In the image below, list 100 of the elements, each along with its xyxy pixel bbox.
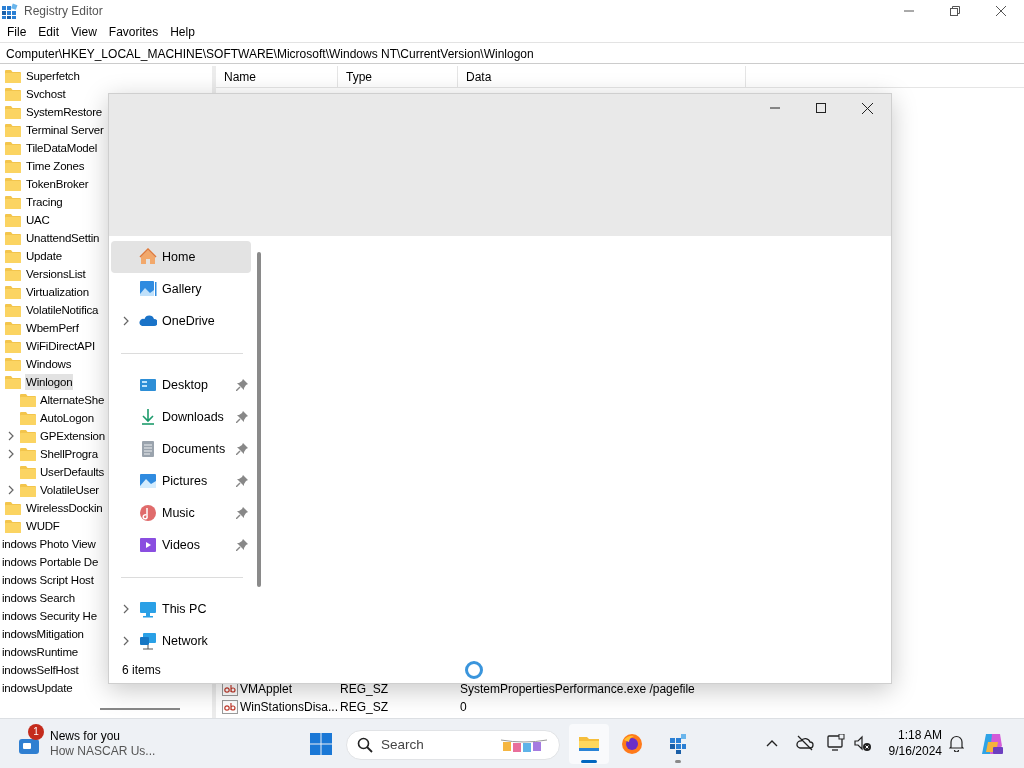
folder-icon: [5, 87, 21, 101]
menu-item[interactable]: Help: [165, 23, 202, 41]
tree-item[interactable]: UserDefaults: [39, 464, 106, 480]
home-icon: [139, 248, 157, 266]
menu-item[interactable]: Favorites: [103, 23, 166, 41]
nav-item[interactable]: OneDrive: [111, 305, 251, 337]
folder-icon: [5, 519, 21, 533]
folder-icon: [5, 501, 21, 515]
taskbar-app[interactable]: [569, 724, 609, 764]
nav-item[interactable]: Gallery: [111, 273, 251, 305]
menu-item[interactable]: View: [66, 23, 104, 41]
decoration-icon: [501, 738, 547, 754]
restore-icon: [950, 6, 960, 16]
value-name[interactable]: VMApplet: [240, 680, 293, 698]
tree-item[interactable]: indows Search: [1, 590, 76, 606]
gallery-icon: [139, 280, 157, 298]
folder-icon: [5, 213, 21, 227]
tree-item[interactable]: Svchost: [25, 86, 67, 102]
tree-item[interactable]: GPExtension: [39, 428, 106, 444]
folder-icon: [5, 303, 21, 317]
tree-item[interactable]: Update: [25, 248, 63, 264]
nav-item[interactable]: Pictures: [111, 465, 251, 497]
bell-icon[interactable]: [949, 735, 964, 752]
news-title[interactable]: News for you: [50, 728, 156, 744]
folder-icon: [5, 159, 21, 173]
column-header[interactable]: Type: [338, 65, 458, 88]
tree-item[interactable]: Winlogon: [25, 374, 74, 390]
cloud-off-icon[interactable]: [796, 735, 814, 751]
tree-item[interactable]: UAC: [25, 212, 51, 228]
clock-time[interactable]: 1:18 AM: [897, 727, 942, 743]
monitor-icon: [139, 600, 157, 618]
tree-item[interactable]: SystemRestore: [25, 104, 103, 120]
loading-icon: [464, 660, 484, 680]
start-icon[interactable]: [310, 733, 332, 755]
nav-item[interactable]: Desktop: [111, 369, 251, 401]
tree-item[interactable]: Virtualization: [25, 284, 90, 300]
tree-item[interactable]: VersionsList: [25, 266, 87, 282]
tree-item[interactable]: indowsUpdate: [1, 680, 74, 696]
tree-item[interactable]: indows Portable De: [1, 554, 100, 570]
tree-item[interactable]: VolatileNotifica: [25, 302, 100, 318]
tree-item[interactable]: Superfetch: [25, 68, 81, 84]
expand-icon[interactable]: [7, 485, 15, 495]
tree-item[interactable]: WbemPerf: [25, 320, 80, 336]
tree-item[interactable]: WirelessDockin: [25, 500, 104, 516]
window-title: Registry Editor: [24, 3, 103, 20]
folder-icon: [5, 69, 21, 83]
copilot-icon[interactable]: [980, 732, 1004, 756]
desktop-icon: [139, 376, 157, 394]
nav-item[interactable]: Videos: [111, 529, 251, 561]
folder-icon: [5, 231, 21, 245]
tree-item[interactable]: indows Script Host: [1, 572, 95, 588]
download-icon: [139, 408, 157, 426]
tree-item[interactable]: Time Zones: [25, 158, 86, 174]
chevron-up-icon[interactable]: [766, 739, 778, 747]
nav-item[interactable]: Downloads: [111, 401, 251, 433]
tree-item[interactable]: ShellProgra: [39, 446, 99, 462]
tree-item[interactable]: AlternateShe: [39, 392, 106, 408]
nav-item[interactable]: Network: [111, 625, 251, 657]
tree-item[interactable]: indowsRuntime: [1, 644, 80, 660]
menu-item[interactable]: Edit: [33, 23, 67, 41]
tree-item[interactable]: indows Photo View: [1, 536, 97, 552]
folder-icon: [5, 105, 21, 119]
tree-item[interactable]: indowsMitigation: [1, 626, 85, 642]
tree-item[interactable]: AutoLogon: [39, 410, 95, 426]
folder-icon: [20, 393, 36, 407]
tree-item[interactable]: indowsSelfHost: [1, 662, 80, 678]
monitor-icon[interactable]: [827, 734, 845, 752]
nav-item[interactable]: Home: [111, 241, 251, 273]
tree-item[interactable]: Tracing: [25, 194, 64, 210]
tree-item[interactable]: Terminal Server: [25, 122, 105, 138]
scrollbar[interactable]: [100, 708, 180, 710]
speaker-muted-icon[interactable]: [854, 735, 872, 753]
tree-item[interactable]: VolatileUser: [39, 482, 100, 498]
column-header[interactable]: Data: [458, 65, 746, 88]
scrollbar[interactable]: [257, 252, 261, 587]
tree-item[interactable]: indows Security He: [1, 608, 98, 624]
tree-item[interactable]: TileDataModel: [25, 140, 99, 156]
nav-item[interactable]: Documents: [111, 433, 251, 465]
tree-item[interactable]: WiFiDirectAPI: [25, 338, 96, 354]
nav-item[interactable]: This PC: [111, 593, 251, 625]
tree-item[interactable]: Windows: [25, 356, 73, 372]
expand-icon[interactable]: [7, 431, 15, 441]
search-field[interactable]: Search: [346, 730, 560, 760]
value-name[interactable]: WinStationsDisa...: [239, 698, 338, 716]
menu-item[interactable]: File: [2, 23, 34, 41]
value-type: REG_SZ: [339, 681, 389, 698]
folder-icon: [5, 339, 21, 353]
address-field[interactable]: Computer\HKEY_LOCAL_MACHINE\SOFTWARE\Microsoft\Windows NT\CurrentVersion\Winlogon: [0, 42, 1024, 64]
clock-date[interactable]: 9/16/2024: [888, 743, 942, 759]
tree-item[interactable]: UnattendSettin: [25, 230, 101, 246]
status-text: 6 items: [122, 662, 161, 679]
column-header[interactable]: Name: [216, 65, 338, 88]
tree-item[interactable]: TokenBroker: [25, 176, 90, 192]
expand-icon[interactable]: [7, 449, 15, 459]
value-data: SystemPropertiesPerformance.exe /pagefile: [459, 681, 695, 698]
news-headline[interactable]: How NASCAR Us...: [50, 743, 156, 759]
notification-badge: 1: [28, 723, 44, 740]
music-icon: [139, 504, 157, 522]
nav-item[interactable]: Music: [111, 497, 251, 529]
tree-item[interactable]: WUDF: [25, 518, 61, 534]
